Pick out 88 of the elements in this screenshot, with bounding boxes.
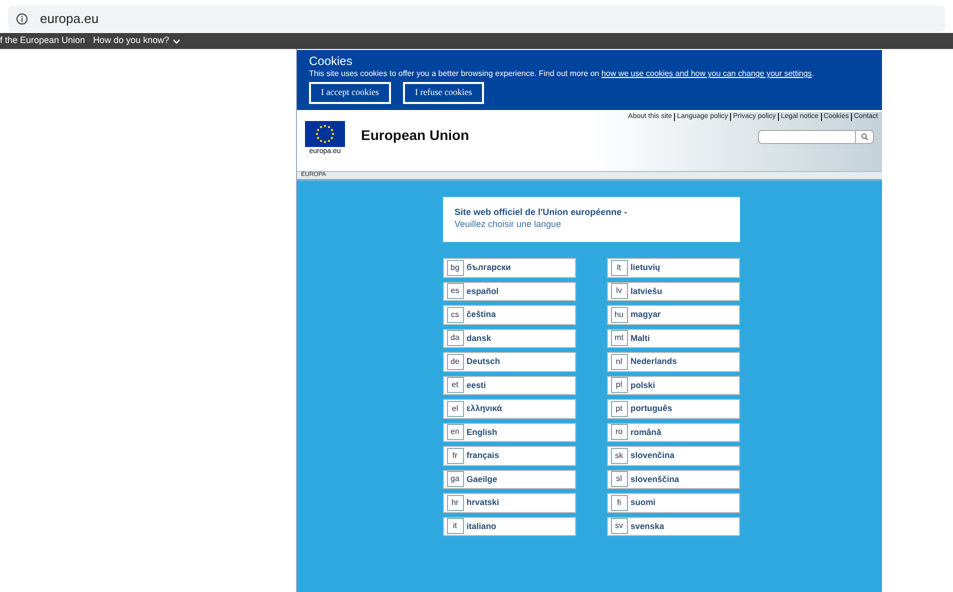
language-code: sk [610, 448, 628, 464]
language-link[interactable]: es español [442, 282, 576, 301]
language-code: fi [610, 494, 628, 511]
language-code: el [446, 400, 464, 417]
site-title: European Union [361, 126, 470, 145]
language-code: ro [610, 424, 628, 440]
cookie-text: This site uses cookies to offer you a better browsing experience. Find out more on how we use cookies and how you can change your settings. [309, 68, 816, 80]
language-name: magyar [630, 308, 661, 322]
language-code: nl [610, 354, 628, 370]
language-code: it [446, 518, 464, 534]
language-code: pl [610, 377, 628, 394]
language-link[interactable]: sl slovenščina [606, 470, 740, 489]
language-link[interactable]: cs čeština [442, 305, 576, 324]
language-name: dansk [466, 332, 492, 345]
language-link[interactable]: sv svenska [606, 516, 740, 536]
language-code: hu [610, 306, 628, 323]
language-name: English [466, 426, 498, 439]
intro-subtitle: Veuillez choisir une langue [454, 218, 562, 230]
language-code: es [446, 283, 464, 300]
language-name: lietuvių [630, 261, 660, 274]
language-link[interactable]: hr hrvatski [442, 493, 576, 512]
cookie-title: Cookies [309, 54, 354, 68]
language-link[interactable]: ro română [606, 422, 740, 442]
language-link[interactable]: pl polski [606, 376, 740, 395]
intro-title: Site web officiel de l'Union européenne - [454, 207, 628, 218]
language-link[interactable]: de Deutsch [442, 352, 576, 372]
flag-icon [305, 121, 345, 147]
cookie-button[interactable]: I accept cookies [309, 82, 391, 104]
language-link[interactable]: bg български [442, 258, 576, 278]
chevron-icon [173, 38, 180, 44]
language-link[interactable]: fr français [442, 446, 576, 466]
language-code: mt [610, 330, 628, 346]
language-link[interactable]: et eesti [442, 376, 576, 395]
language-link[interactable]: hu magyar [606, 305, 740, 324]
language-name: latviešu [630, 284, 662, 298]
search-field[interactable] [758, 130, 874, 144]
language-link[interactable]: mt Malti [606, 328, 740, 348]
language-code: ga [446, 471, 464, 488]
language-name: slovenščina [630, 472, 680, 486]
language-code: cs [446, 306, 464, 323]
language-link[interactable]: fi suomi [606, 493, 740, 512]
language-link[interactable]: ga Gaeilge [442, 470, 576, 489]
language-name: български [466, 261, 511, 274]
url-text: europa.eu [40, 10, 99, 28]
language-code: hr [446, 494, 464, 511]
language-code: pt [610, 400, 628, 417]
language-name: čeština [466, 308, 496, 322]
language-name: italiano [466, 520, 496, 533]
language-name: hrvatski [466, 496, 500, 510]
language-name: slovenčina [630, 449, 674, 462]
language-link[interactable]: da dansk [442, 328, 576, 348]
language-link[interactable]: nl Nederlands [606, 352, 740, 372]
language-name: Malti [630, 332, 650, 345]
language-name: español [466, 284, 499, 298]
language-link[interactable]: el ελληνικά [442, 399, 576, 418]
language-name: svenska [630, 520, 664, 533]
language-name: français [466, 449, 500, 462]
language-name: Nederlands [630, 355, 677, 368]
language-link[interactable]: sk slovenčina [606, 446, 740, 466]
language-code: lv [610, 283, 628, 300]
info-icon [16, 12, 28, 24]
cookie-button[interactable]: I refuse cookies [402, 82, 484, 104]
language-code: fr [446, 448, 464, 464]
cookie-settings-link[interactable]: how we use cookies and how you can change your settings [601, 69, 812, 78]
language-code: et [446, 377, 464, 394]
top-bar-title: f the European Union [0, 34, 86, 48]
language-code: sv [610, 518, 628, 534]
how-do-you-know-link[interactable]: How do you know? [93, 34, 180, 48]
language-code: sl [610, 471, 628, 488]
language-name: Gaeilge [466, 472, 498, 486]
language-name: eesti [466, 378, 486, 392]
language-link[interactable]: pt português [606, 399, 740, 418]
language-name: română [630, 426, 662, 439]
language-code: en [446, 424, 464, 440]
language-link[interactable]: en English [442, 422, 576, 442]
language-name: ελληνικά [466, 402, 502, 416]
language-name: Deutsch [466, 355, 500, 368]
language-code: bg [446, 260, 464, 276]
language-link[interactable]: lt lietuvių [606, 258, 740, 278]
language-name: português [630, 402, 672, 416]
language-code: da [446, 330, 464, 346]
language-name: polski [630, 378, 656, 392]
language-code: lt [610, 260, 628, 276]
language-name: suomi [630, 496, 656, 510]
language-link[interactable]: lv latviešu [606, 282, 740, 301]
address-bar[interactable]: europa.eu [8, 6, 945, 32]
language-link[interactable]: it italiano [442, 516, 576, 536]
language-code: de [446, 354, 464, 370]
